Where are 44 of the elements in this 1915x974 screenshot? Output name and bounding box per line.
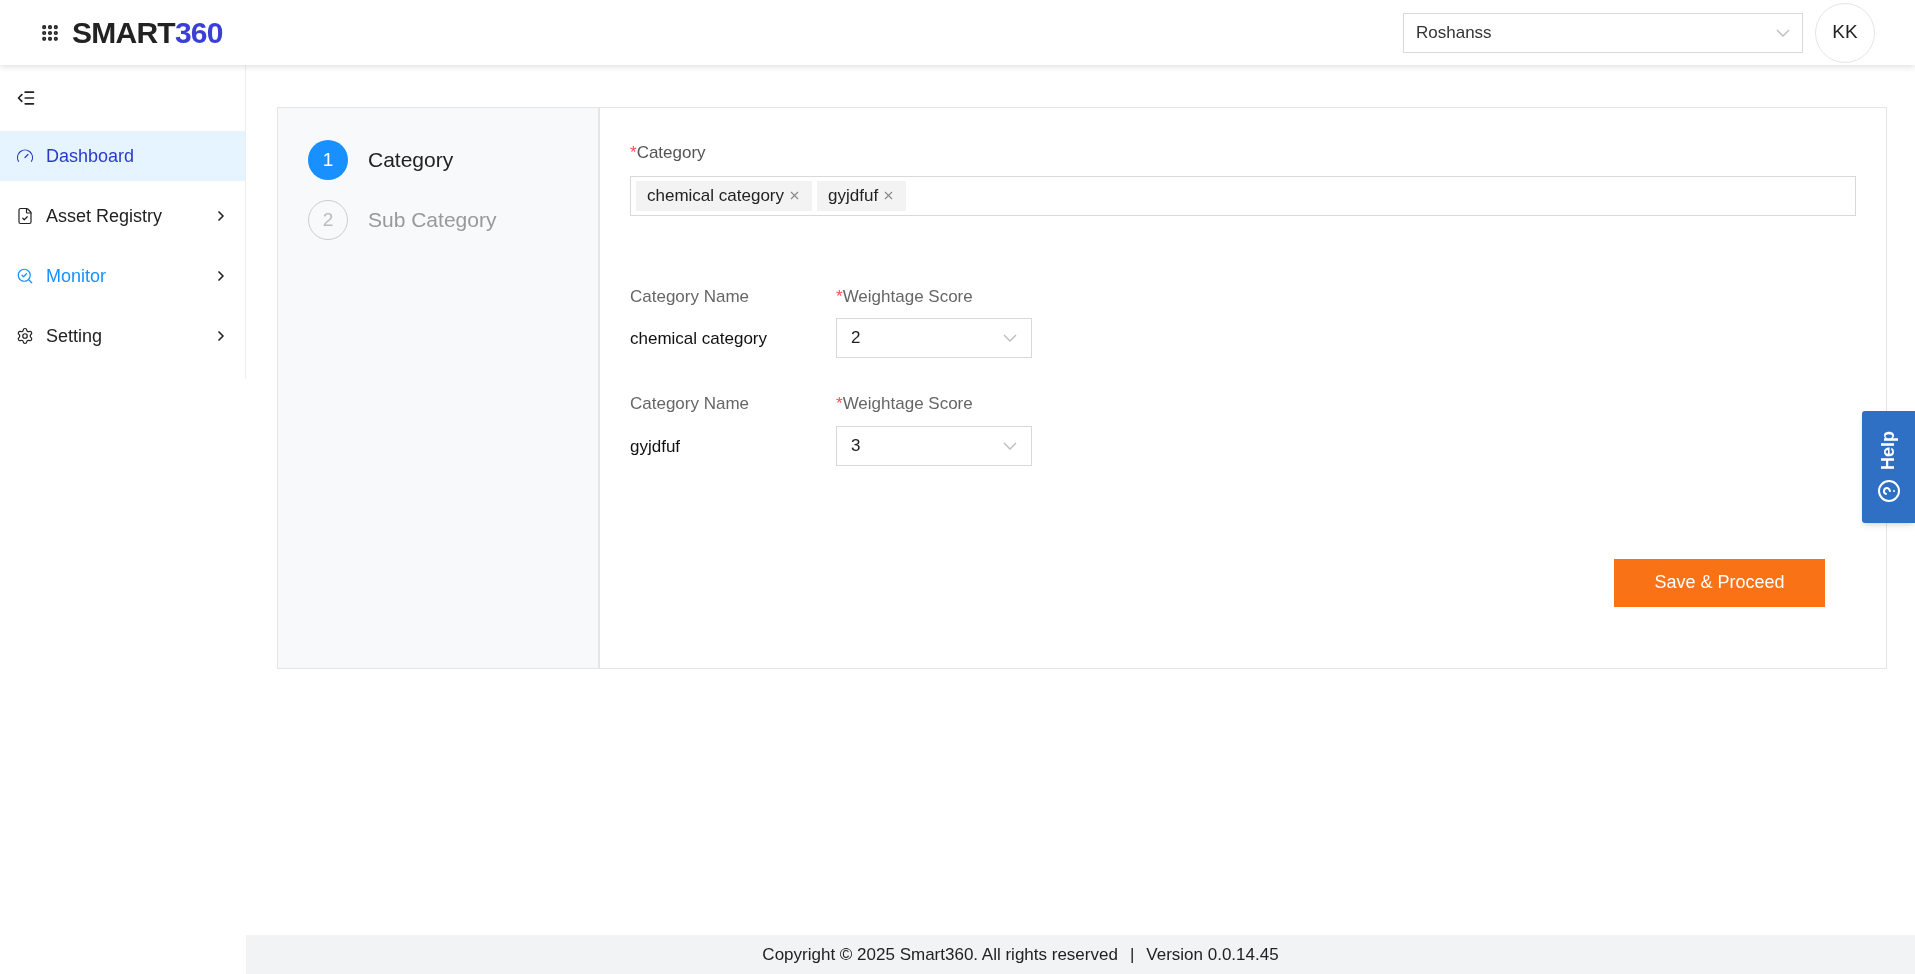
apps-grid-icon[interactable] [40,22,60,43]
document-icon [16,207,34,225]
step-label: Category [368,147,454,174]
chevron-down-icon [1776,28,1790,37]
score-dropdown[interactable]: 3 [836,425,1032,466]
tag-label: gyjdfuf [828,184,879,207]
sidebar-item[interactable]: Asset Registry [0,191,245,241]
sidebar-item-label: Dashboard [46,144,136,168]
category-name: chemical category [630,328,768,350]
step-number: 1 [308,140,348,180]
settings-icon [16,327,34,345]
required-mark: * [836,393,843,415]
copyright-text: Copyright © 2025 Smart360. All rights reserved [762,943,1118,966]
field-label: Category Name [630,285,751,308]
field-label: Category [636,142,706,164]
chevron-down-icon [1003,441,1017,450]
step[interactable]: 1 Category [308,140,568,180]
magnifier-icon [16,267,34,285]
help-label: Help [1877,431,1899,471]
version-text: Version 0.0.14.45 [1146,943,1279,966]
field-label: Category Name [630,393,751,415]
category-name: gyjdfuf [630,435,682,458]
field-label: Weightage Score [842,285,973,308]
remove-icon[interactable] [788,189,801,202]
site-dropdown[interactable]: Roshanss [1403,12,1803,53]
sidebar-item-label: Setting [46,324,104,348]
tag-label: chemical category [647,184,784,207]
collapse-menu-icon[interactable] [16,88,36,108]
step-label: Sub Category [368,207,497,234]
help-tab[interactable]: Help [1862,411,1915,523]
sidebar-item[interactable]: Dashboard [0,131,245,181]
sidebar-item-label: Asset Registry [46,204,164,228]
category-tag-field[interactable]: chemical category gyjdfuf [630,175,1856,216]
gauge-icon [16,147,34,165]
field-label: Weightage Score [842,393,973,415]
help-icon [1876,478,1901,503]
required-mark: * [630,142,637,164]
score-dropdown[interactable]: 2 [836,318,1032,358]
logo: SMART360 [72,15,223,51]
chevron-down-icon [1003,334,1017,342]
required-mark: * [836,285,843,308]
separator: | [1129,943,1135,966]
sidebar-item[interactable]: Setting [0,311,245,361]
sidebar-item-label: Monitor [46,264,108,288]
